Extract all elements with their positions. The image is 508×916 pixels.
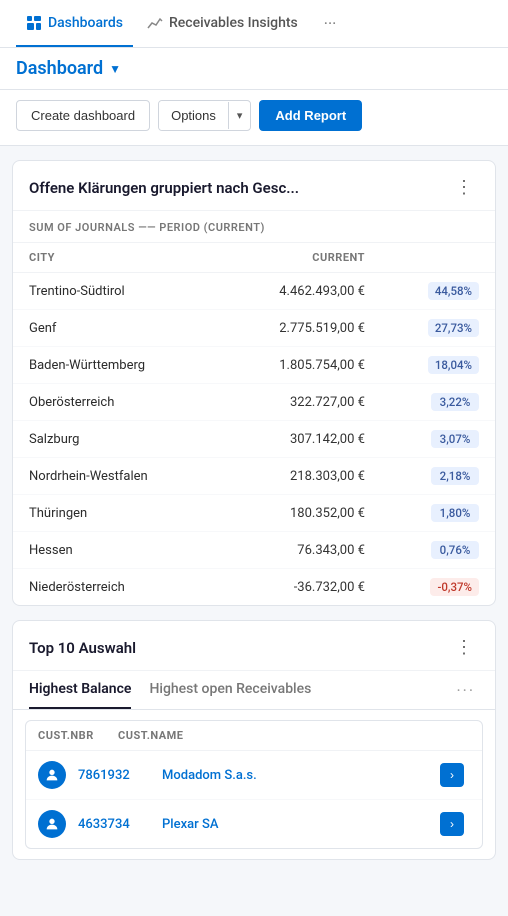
row-nav-btn-1[interactable]: › <box>440 812 464 836</box>
customer-row-1: 4633734 Plexar SA › <box>26 800 482 848</box>
amount-cell-8: -36.732,00 € <box>220 569 381 606</box>
amount-cell-4: 307.142,00 € <box>220 421 381 458</box>
dropdown-arrow-icon: ▼ <box>109 62 121 76</box>
city-cell-1: Genf <box>13 310 220 347</box>
dashboard-title-text: Dashboard <box>16 58 103 79</box>
tab-highest-open-receivables[interactable]: Highest open Receivables <box>149 671 311 709</box>
add-report-button[interactable]: Add Report <box>259 100 362 131</box>
pct-cell-0: 44,58% <box>381 273 495 310</box>
top10-card: Top 10 Auswahl ⋮ Highest Balance Highest… <box>12 620 496 860</box>
pct-cell-2: 18,04% <box>381 347 495 384</box>
nav-more-button[interactable]: ··· <box>316 6 345 41</box>
pct-badge-0: 44,58% <box>428 282 479 300</box>
pct-badge-7: 0,76% <box>431 541 479 559</box>
city-cell-8: Niederösterreich <box>13 569 220 606</box>
pct-badge-4: 3,07% <box>431 430 479 448</box>
nav-label-dashboards: Dashboards <box>48 15 123 31</box>
avatar-0 <box>38 761 66 789</box>
card1-table: CITY CURRENT Trentino-Südtirol4.462.493,… <box>13 243 495 605</box>
avatar-1 <box>38 810 66 838</box>
amount-cell-6: 180.352,00 € <box>220 495 381 532</box>
table-row: Oberösterreich322.727,00 € 3,22% <box>13 384 495 421</box>
pct-badge-1: 27,73% <box>428 319 479 337</box>
table-row: Hessen76.343,00 € 0,76% <box>13 532 495 569</box>
pct-badge-5: 2,18% <box>431 467 479 485</box>
row-nav-btn-0[interactable]: › <box>440 763 464 787</box>
pct-badge-3: 3,22% <box>431 393 479 411</box>
create-dashboard-button[interactable]: Create dashboard <box>16 100 150 131</box>
col-action-header <box>440 729 470 742</box>
city-cell-2: Baden-Württemberg <box>13 347 220 384</box>
table-row: Nordrhein-Westfalen218.303,00 € 2,18% <box>13 458 495 495</box>
nav-label-receivables: Receivables Insights <box>169 15 298 31</box>
cust-nbr-0[interactable]: 7861932 <box>78 768 158 783</box>
customer-table: Cust.Nbr Cust.Name 7861932 Modadom S.a.s… <box>25 720 483 849</box>
pct-cell-5: 2,18% <box>381 458 495 495</box>
pct-cell-1: 27,73% <box>381 310 495 347</box>
table-row: Thüringen180.352,00 € 1,80% <box>13 495 495 532</box>
city-cell-4: Salzburg <box>13 421 220 458</box>
nav-item-dashboards[interactable]: Dashboards <box>16 0 133 47</box>
pct-badge-6: 1,80% <box>431 504 479 522</box>
amount-cell-2: 1.805.754,00 € <box>220 347 381 384</box>
pct-cell-6: 1,80% <box>381 495 495 532</box>
card1-title: Offene Klärungen gruppiert nach Gesc... <box>29 179 299 197</box>
col-cust-nbr-header: Cust.Nbr <box>38 729 118 742</box>
card2-title: Top 10 Auswahl <box>29 639 136 657</box>
card2-menu-button[interactable]: ⋮ <box>451 635 479 660</box>
col-current: CURRENT <box>220 243 381 273</box>
cust-nbr-1[interactable]: 4633734 <box>78 817 158 832</box>
card1-subtitle: SUM OF JOURNALS —— PERIOD (CURRENT) <box>13 211 495 243</box>
pct-cell-7: 0,76% <box>381 532 495 569</box>
toolbar: Create dashboard Options ▾ Add Report <box>0 90 508 146</box>
main-content: Offene Klärungen gruppiert nach Gesc... … <box>0 146 508 874</box>
offene-klarungen-card: Offene Klärungen gruppiert nach Gesc... … <box>12 160 496 606</box>
tabs-more-button[interactable]: ··· <box>452 673 479 708</box>
pct-badge-8: -0,37% <box>430 578 479 596</box>
options-main-button[interactable]: Options <box>159 101 228 130</box>
amount-cell-0: 4.462.493,00 € <box>220 273 381 310</box>
city-cell-6: Thüringen <box>13 495 220 532</box>
chart-icon <box>147 15 163 31</box>
tab-highest-balance[interactable]: Highest Balance <box>29 671 131 709</box>
amount-cell-7: 76.343,00 € <box>220 532 381 569</box>
cust-name-0[interactable]: Modadom S.a.s. <box>162 768 436 783</box>
amount-cell-3: 322.727,00 € <box>220 384 381 421</box>
amount-cell-5: 218.303,00 € <box>220 458 381 495</box>
options-arrow-button[interactable]: ▾ <box>228 102 251 129</box>
top-nav: Dashboards Receivables Insights ··· <box>0 0 508 48</box>
table-row: Niederösterreich-36.732,00 € -0,37% <box>13 569 495 606</box>
card1-header: Offene Klärungen gruppiert nach Gesc... … <box>13 161 495 211</box>
nav-item-receivables[interactable]: Receivables Insights <box>137 0 308 47</box>
pct-cell-4: 3,07% <box>381 421 495 458</box>
table-row: Genf2.775.519,00 € 27,73% <box>13 310 495 347</box>
customer-table-header: Cust.Nbr Cust.Name <box>26 721 482 751</box>
pct-cell-3: 3,22% <box>381 384 495 421</box>
city-cell-5: Nordrhein-Westfalen <box>13 458 220 495</box>
table-row: Trentino-Südtirol4.462.493,00 € 44,58% <box>13 273 495 310</box>
table-row: Baden-Württemberg1.805.754,00 € 18,04% <box>13 347 495 384</box>
pct-cell-8: -0,37% <box>381 569 495 606</box>
customer-row-0: 7861932 Modadom S.a.s. › <box>26 751 482 800</box>
top10-tabs: Highest Balance Highest open Receivables… <box>13 671 495 710</box>
dashboard-icon <box>26 15 42 31</box>
sub-header: Dashboard ▼ <box>0 48 508 90</box>
table-row: Salzburg307.142,00 € 3,07% <box>13 421 495 458</box>
city-cell-0: Trentino-Südtirol <box>13 273 220 310</box>
dashboard-title-dropdown[interactable]: Dashboard ▼ <box>16 58 121 79</box>
col-pct-header <box>381 243 495 273</box>
card1-menu-button[interactable]: ⋮ <box>451 175 479 200</box>
pct-badge-2: 18,04% <box>428 356 479 374</box>
city-cell-3: Oberösterreich <box>13 384 220 421</box>
card2-header: Top 10 Auswahl ⋮ <box>13 621 495 671</box>
amount-cell-1: 2.775.519,00 € <box>220 310 381 347</box>
cust-name-1[interactable]: Plexar SA <box>162 817 436 832</box>
col-city: CITY <box>13 243 220 273</box>
city-cell-7: Hessen <box>13 532 220 569</box>
col-cust-name-header: Cust.Name <box>118 729 440 742</box>
options-split-button: Options ▾ <box>158 100 251 131</box>
